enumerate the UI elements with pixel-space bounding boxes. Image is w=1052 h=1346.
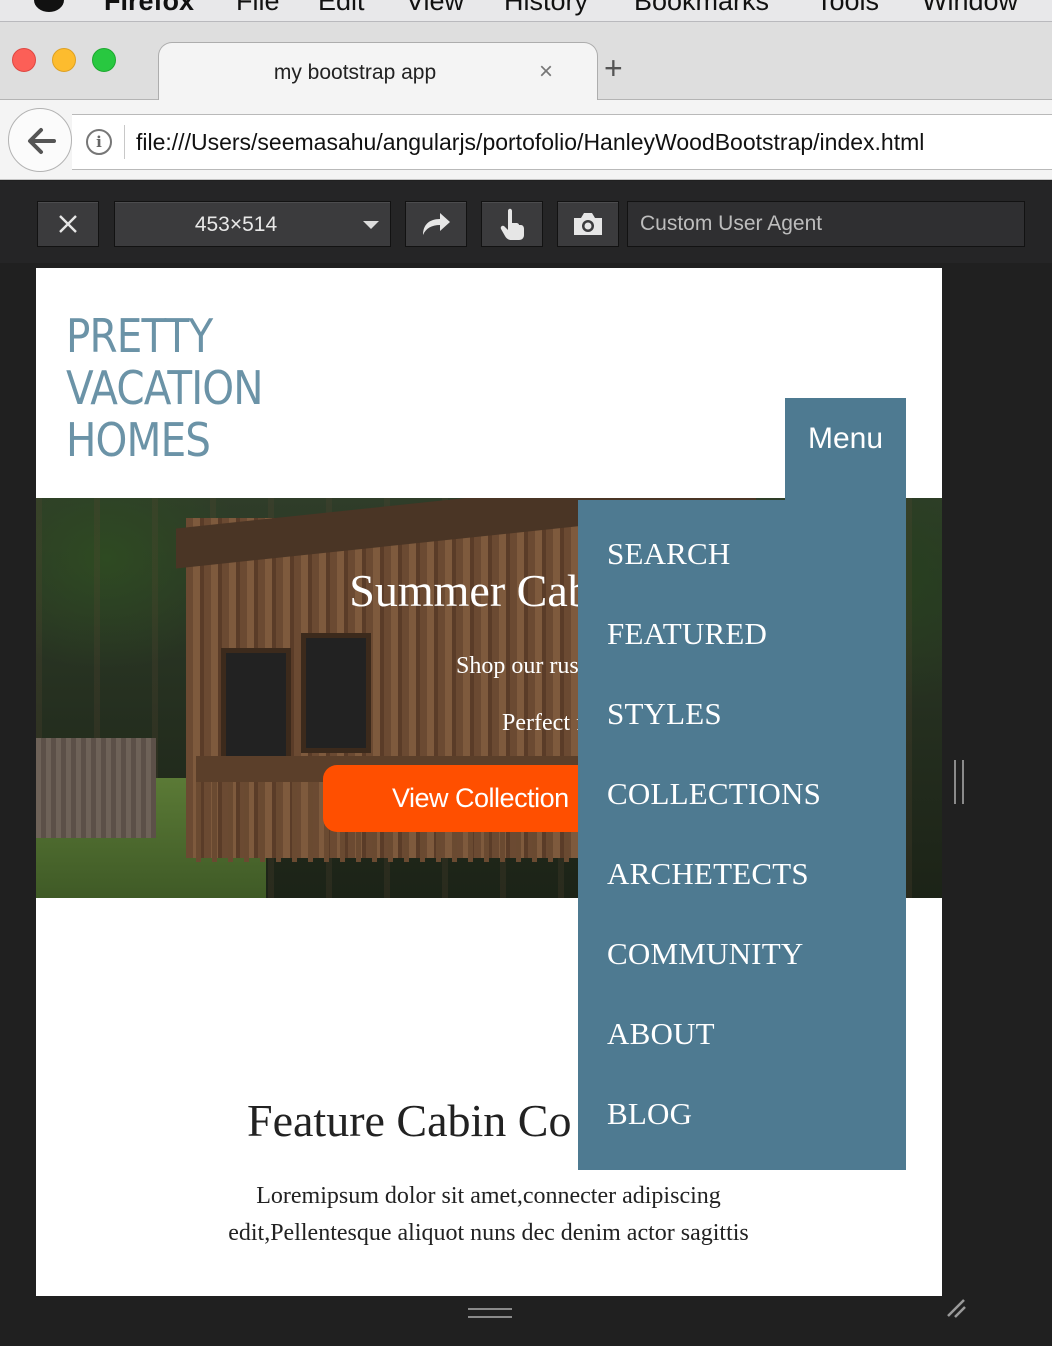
window-minimize-button[interactable] — [52, 48, 76, 72]
menu-window[interactable]: Window — [922, 0, 1018, 17]
nav-item-about[interactable]: ABOUT — [607, 1016, 906, 1096]
camera-icon — [574, 213, 602, 235]
tab-close-icon[interactable]: × — [539, 58, 553, 86]
menu-history[interactable]: History — [504, 0, 588, 17]
url-bar[interactable]: i file:///Users/seemasahu/angularjs/port… — [72, 114, 1052, 170]
menu-firefox[interactable]: Firefox — [104, 0, 194, 17]
nav-item-collections[interactable]: COLLECTIONS — [607, 776, 906, 856]
nav-item-featured[interactable]: FEATURED — [607, 616, 906, 696]
logo-line-3: HOMES — [66, 413, 211, 467]
menu-button[interactable]: Menu — [785, 398, 906, 500]
back-arrow-icon — [28, 128, 56, 154]
resize-corner-icon[interactable] — [944, 1296, 968, 1320]
site-logo[interactable]: PRETTY VACATION HOMES — [66, 310, 289, 466]
viewport-size-label: 453×514 — [194, 213, 278, 236]
rdm-toolbar: 453×514 Custom User Agent — [0, 181, 1052, 263]
section-text: Loremipsum dolor sit amet,connecter adip… — [228, 1183, 749, 1246]
logo-line-2: VACATION — [66, 361, 264, 415]
nav-item-styles[interactable]: STYLES — [607, 696, 906, 776]
menu-bookmarks[interactable]: Bookmarks — [634, 0, 769, 17]
screenshot-button[interactable] — [557, 201, 619, 247]
url-separator — [124, 125, 125, 159]
chevron-down-icon — [363, 221, 379, 229]
rdm-close-button[interactable] — [37, 201, 99, 247]
viewport-width-resize-handle[interactable] — [954, 760, 964, 804]
url-text[interactable]: file:///Users/seemasahu/angularjs/portof… — [136, 129, 924, 156]
rotate-icon — [423, 213, 450, 235]
new-tab-button[interactable]: + — [604, 52, 623, 84]
nav-item-archetects[interactable]: ARCHETECTS — [607, 856, 906, 936]
browser-tab[interactable]: my bootstrap app × — [158, 42, 598, 101]
os-menubar: Firefox File Edit View History Bookmarks… — [0, 0, 1052, 22]
nav-item-search[interactable]: SEARCH — [607, 536, 906, 616]
viewport-size-select[interactable]: 453×514 — [114, 201, 391, 247]
hero-shed — [36, 738, 156, 838]
back-button[interactable] — [8, 108, 72, 172]
nav-dropdown: SEARCH FEATURED STYLES COLLECTIONS ARCHE… — [578, 500, 906, 1170]
site-info-icon[interactable]: i — [86, 129, 112, 155]
logo-line-1: PRETTY — [66, 309, 213, 363]
user-agent-input[interactable]: Custom User Agent — [627, 201, 1025, 247]
touch-icon — [500, 208, 524, 240]
window-close-button[interactable] — [12, 48, 36, 72]
touch-simulation-button[interactable] — [481, 201, 543, 247]
nav-bar: i file:///Users/seemasahu/angularjs/port… — [0, 100, 1052, 180]
menu-edit[interactable]: Edit — [318, 0, 365, 17]
section-title: Feature Cabin Co — [247, 1095, 572, 1146]
window-zoom-button[interactable] — [92, 48, 116, 72]
apple-icon[interactable] — [34, 0, 64, 12]
menu-file[interactable]: File — [236, 0, 280, 17]
close-icon — [59, 215, 77, 233]
tab-strip: my bootstrap app × + — [0, 22, 1052, 101]
nav-item-community[interactable]: COMMUNITY — [607, 936, 906, 1016]
rotate-button[interactable] — [405, 201, 467, 247]
viewport: PRETTY VACATION HOMES Summer Cabin C Sho… — [36, 268, 942, 1296]
viewport-height-resize-handle[interactable] — [468, 1308, 512, 1318]
menu-tools[interactable]: Tools — [816, 0, 879, 17]
nav-item-blog[interactable]: BLOG — [607, 1096, 906, 1176]
tab-title: my bootstrap app — [273, 61, 437, 84]
menu-view[interactable]: View — [406, 0, 464, 17]
